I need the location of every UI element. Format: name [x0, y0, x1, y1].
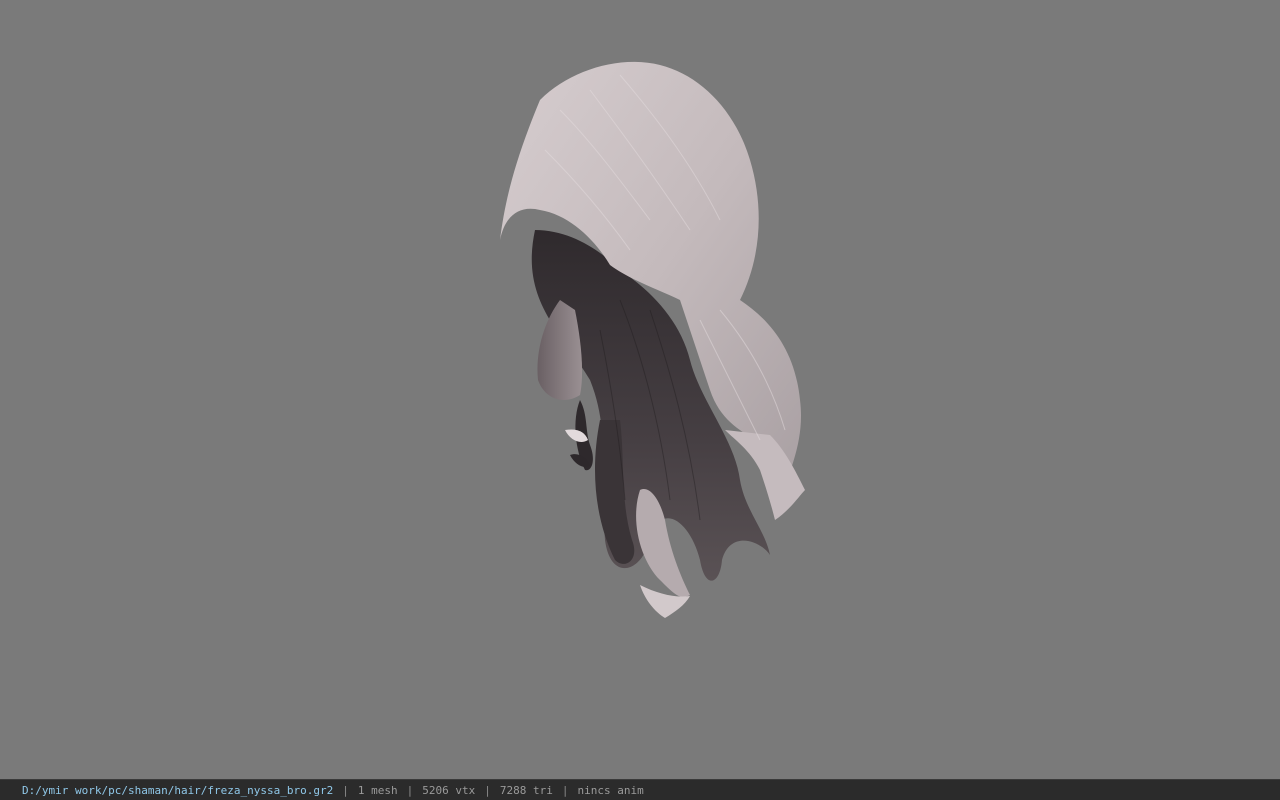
file-path-label: D:/ymir work/pc/shaman/hair/freza_nyssa_… — [22, 783, 334, 797]
mesh-count-label: 1 mesh — [357, 783, 398, 797]
vertex-count-label: 5206 vtx — [422, 783, 476, 797]
hair-model-render — [500, 61, 805, 618]
status-bar: D:/ymir work/pc/shaman/hair/freza_nyssa_… — [0, 779, 1280, 800]
status-separator: | — [484, 783, 491, 797]
status-separator: | — [406, 783, 414, 797]
status-separator: | — [342, 783, 349, 797]
status-separator: | — [561, 783, 569, 797]
animation-status-label: nincs anim — [577, 783, 644, 797]
triangle-count-label: 7288 tri — [499, 783, 553, 797]
3d-viewport[interactable] — [0, 0, 1280, 779]
